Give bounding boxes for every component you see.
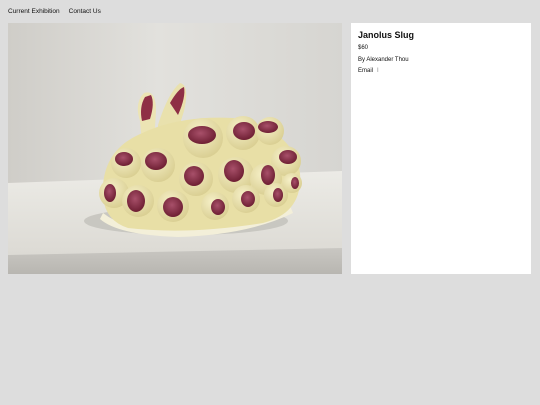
ceramic-slug-image (8, 23, 342, 274)
top-nav: Current Exhibition Contact Us (8, 8, 101, 16)
artwork-info-panel: Janolus Slug $60 By Alexander Thou Email… (351, 23, 531, 274)
nav-current-exhibition[interactable]: Current Exhibition (8, 8, 60, 16)
text-cursor-icon: I (377, 68, 379, 74)
email-link[interactable]: Email (358, 67, 373, 75)
artwork-artist: By Alexander Thou (358, 57, 409, 63)
artwork-title: Janolus Slug (358, 30, 415, 40)
nav-contact-us[interactable]: Contact Us (69, 8, 101, 16)
email-row: Email I (358, 67, 379, 75)
artwork-price: $60 (358, 45, 369, 51)
artwork-photo (8, 23, 342, 274)
